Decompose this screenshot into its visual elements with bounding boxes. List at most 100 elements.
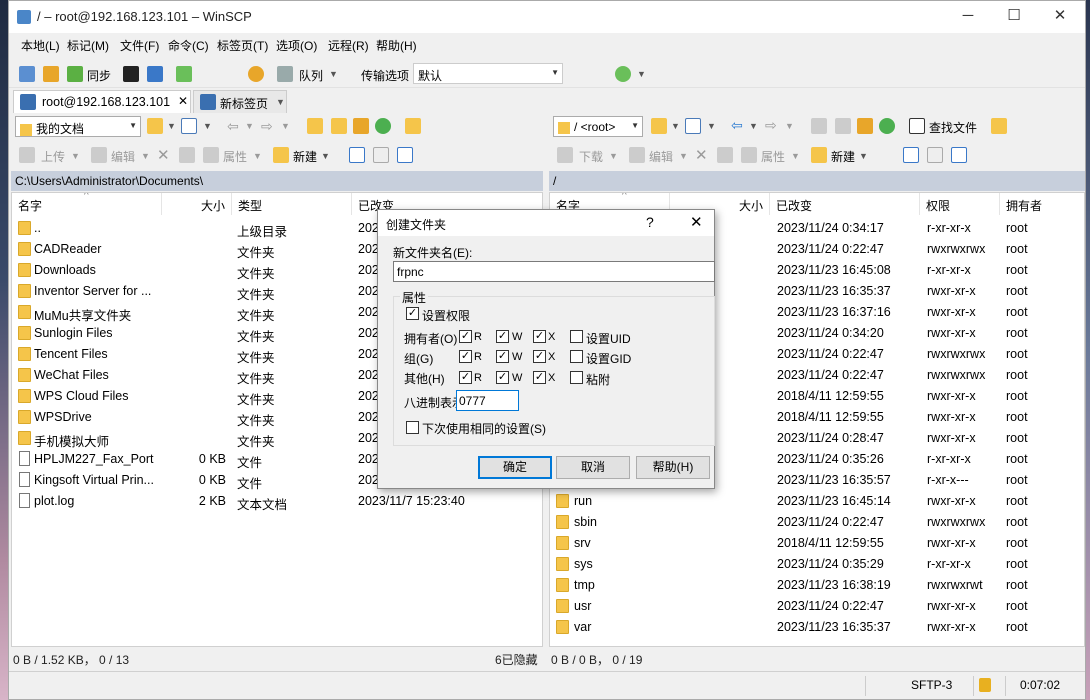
menu-mark[interactable]: 标记(M) bbox=[67, 37, 109, 54]
reconnect-icon[interactable] bbox=[615, 66, 631, 82]
home-icon[interactable] bbox=[353, 118, 369, 134]
column-rights[interactable]: 权限 bbox=[920, 193, 1000, 215]
new-tab-dropdown-icon[interactable]: ▼ bbox=[276, 97, 285, 107]
table-row[interactable]: plot.log 2 KB 文本文档 2023/11/7 15:23:40 bbox=[12, 491, 542, 512]
parent-directory-icon[interactable] bbox=[811, 118, 827, 134]
reconnect-dropdown-icon[interactable]: ▼ bbox=[637, 69, 646, 79]
download-icon[interactable] bbox=[557, 147, 573, 163]
rename-icon[interactable] bbox=[179, 147, 195, 163]
group-w-checkbox[interactable]: ✓ bbox=[496, 350, 509, 363]
forward-icon[interactable]: ⇨ bbox=[765, 117, 777, 134]
column-changed[interactable]: 已改变 bbox=[770, 193, 920, 215]
edit-dropdown-icon[interactable]: ▼ bbox=[679, 151, 688, 161]
root-directory-icon[interactable] bbox=[835, 118, 851, 134]
properties-icon[interactable] bbox=[741, 147, 757, 163]
open-folder-icon[interactable] bbox=[147, 118, 163, 134]
queue-button[interactable]: 队列 bbox=[299, 67, 323, 84]
left-path-bar[interactable]: C:\Users\Administrator\Documents\ bbox=[11, 171, 543, 191]
terminal-icon[interactable] bbox=[123, 66, 139, 82]
upload-dropdown-icon[interactable]: ▼ bbox=[71, 151, 80, 161]
properties-dropdown-icon[interactable]: ▼ bbox=[791, 151, 800, 161]
select-all-icon[interactable] bbox=[349, 147, 365, 163]
delete-icon[interactable]: ✕ bbox=[157, 146, 170, 164]
column-owner[interactable]: 拥有者 bbox=[1000, 193, 1084, 215]
filter-dropdown-icon[interactable]: ▼ bbox=[707, 121, 716, 131]
left-location-select[interactable]: 我的文档 ▼ bbox=[15, 116, 141, 137]
dialog-close-icon[interactable]: ✕ bbox=[690, 213, 703, 231]
open-folder-dropdown-icon[interactable]: ▼ bbox=[671, 121, 680, 131]
back-dropdown-icon[interactable]: ▼ bbox=[749, 121, 758, 131]
minimize-icon[interactable]: ─ bbox=[945, 1, 991, 33]
table-row[interactable]: srv 2018/4/11 12:59:55 rwxr-xr-x root bbox=[550, 533, 1084, 554]
table-row[interactable]: sbin 2023/11/24 0:22:47 rwxrwxrwx root bbox=[550, 512, 1084, 533]
column-size[interactable]: 大小 bbox=[162, 193, 232, 215]
menu-tabs[interactable]: 标签页(T) bbox=[217, 37, 268, 54]
setgid-checkbox[interactable] bbox=[570, 350, 583, 363]
deselect-icon[interactable] bbox=[927, 147, 943, 163]
filter-icon[interactable] bbox=[181, 118, 197, 134]
owner-r-checkbox[interactable]: ✓ bbox=[459, 330, 472, 343]
cancel-button[interactable]: 取消 bbox=[556, 456, 630, 479]
octal-input[interactable]: 0777 bbox=[456, 390, 519, 411]
deselect-icon[interactable] bbox=[373, 147, 389, 163]
rename-icon[interactable] bbox=[717, 147, 733, 163]
group-x-checkbox[interactable]: ✓ bbox=[533, 350, 546, 363]
owner-w-checkbox[interactable]: ✓ bbox=[496, 330, 509, 343]
preferences-gear-icon[interactable] bbox=[248, 66, 264, 82]
right-path-bar[interactable]: / bbox=[549, 171, 1085, 191]
right-location-select[interactable]: / <root> ▼ bbox=[553, 116, 643, 137]
select-all-icon[interactable] bbox=[903, 147, 919, 163]
lock-icon[interactable] bbox=[979, 678, 991, 692]
new-button[interactable]: 新建 bbox=[831, 148, 855, 165]
use-same-settings-checkbox[interactable] bbox=[406, 421, 419, 434]
putty-icon[interactable] bbox=[147, 66, 163, 82]
filter-dropdown-icon[interactable]: ▼ bbox=[203, 121, 212, 131]
refresh-icon[interactable] bbox=[375, 118, 391, 134]
compare-icon[interactable] bbox=[19, 66, 35, 82]
refresh-session-icon[interactable] bbox=[176, 66, 192, 82]
menu-options[interactable]: 选项(O) bbox=[276, 37, 317, 54]
dialog-help-button[interactable]: 帮助(H) bbox=[636, 456, 710, 479]
folder-name-input[interactable]: frpnc bbox=[393, 261, 715, 282]
others-r-checkbox[interactable]: ✓ bbox=[459, 371, 472, 384]
properties-icon[interactable] bbox=[203, 147, 219, 163]
others-x-checkbox[interactable]: ✓ bbox=[533, 371, 546, 384]
new-folder-icon[interactable] bbox=[811, 147, 827, 163]
filter-select-icon[interactable] bbox=[951, 147, 967, 163]
root-directory-icon[interactable] bbox=[331, 118, 347, 134]
tree-view-icon[interactable] bbox=[991, 118, 1007, 134]
tab-close-icon[interactable]: ✕ bbox=[178, 94, 188, 108]
properties-dropdown-icon[interactable]: ▼ bbox=[253, 151, 262, 161]
tree-view-icon[interactable] bbox=[405, 118, 421, 134]
menu-file[interactable]: 文件(F) bbox=[120, 37, 159, 54]
back-icon[interactable]: ⇦ bbox=[731, 117, 743, 134]
back-dropdown-icon[interactable]: ▼ bbox=[245, 121, 254, 131]
help-icon[interactable]: ? bbox=[646, 214, 654, 230]
forward-icon[interactable]: ⇨ bbox=[261, 118, 273, 135]
refresh-icon[interactable] bbox=[879, 118, 895, 134]
new-button[interactable]: 新建 bbox=[293, 148, 317, 165]
find-files-icon[interactable] bbox=[909, 118, 925, 134]
table-row[interactable]: tmp 2023/11/23 16:38:19 rwxrwxrwt root bbox=[550, 575, 1084, 596]
table-row[interactable]: run 2023/11/23 16:45:14 rwxr-xr-x root bbox=[550, 491, 1084, 512]
group-r-checkbox[interactable]: ✓ bbox=[459, 350, 472, 363]
forward-dropdown-icon[interactable]: ▼ bbox=[785, 121, 794, 131]
tab-session[interactable]: root@192.168.123.101 ✕ bbox=[13, 90, 191, 113]
sync-button[interactable]: 同步 bbox=[87, 67, 111, 84]
new-dropdown-icon[interactable]: ▼ bbox=[321, 151, 330, 161]
forward-dropdown-icon[interactable]: ▼ bbox=[281, 121, 290, 131]
sticky-checkbox[interactable] bbox=[570, 371, 583, 384]
edit-icon[interactable] bbox=[91, 147, 107, 163]
tab-new[interactable]: 新标签页 ▼ bbox=[193, 90, 287, 113]
delete-icon[interactable]: ✕ bbox=[695, 146, 708, 164]
filter-select-icon[interactable] bbox=[397, 147, 413, 163]
transfer-settings-select[interactable]: 默认 ▼ bbox=[413, 63, 563, 84]
set-rights-checkbox[interactable]: ✓ bbox=[406, 307, 419, 320]
column-type[interactable]: 类型 bbox=[232, 193, 352, 215]
download-dropdown-icon[interactable]: ▼ bbox=[609, 151, 618, 161]
menu-remote[interactable]: 远程(R) bbox=[328, 37, 369, 54]
upload-icon[interactable] bbox=[19, 147, 35, 163]
synchronize-browsing-icon[interactable] bbox=[43, 66, 59, 82]
back-icon[interactable]: ⇦ bbox=[227, 118, 239, 135]
table-row[interactable]: usr 2023/11/24 0:22:47 rwxr-xr-x root bbox=[550, 596, 1084, 617]
